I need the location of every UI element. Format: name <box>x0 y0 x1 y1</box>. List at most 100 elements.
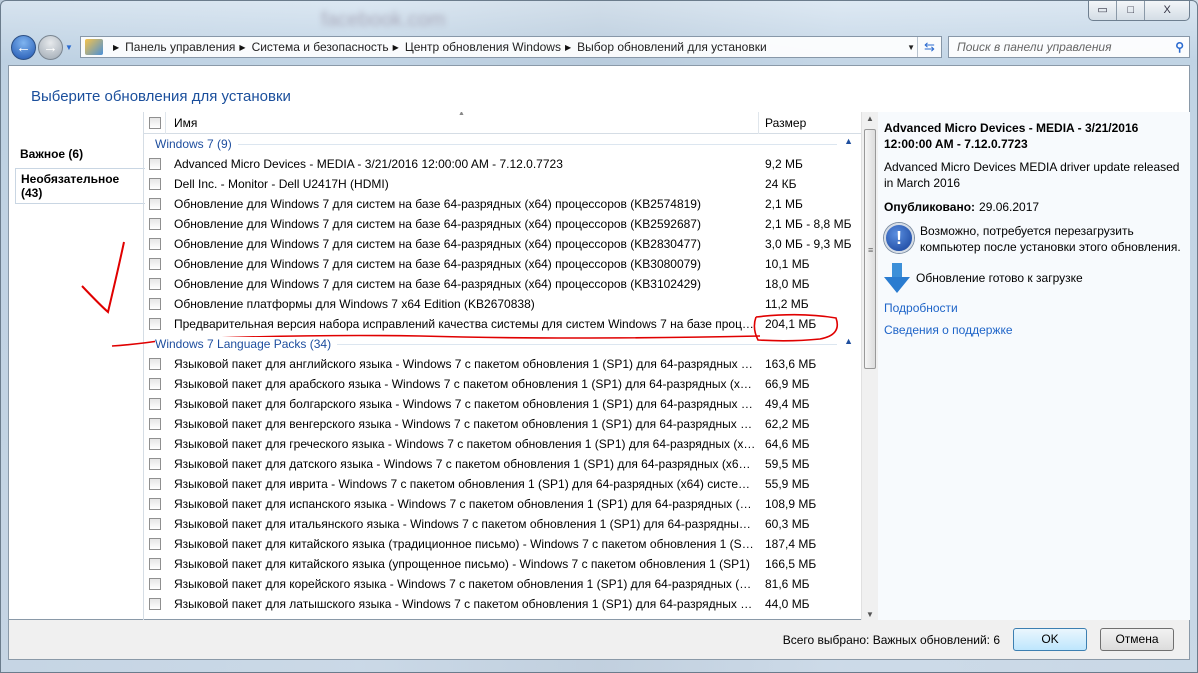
update-checkbox[interactable] <box>149 458 161 470</box>
update-row[interactable]: Языковой пакет для корейского языка - Wi… <box>144 574 861 594</box>
scroll-thumb[interactable]: ≡ <box>864 129 876 369</box>
cancel-button[interactable]: Отмена <box>1100 628 1174 651</box>
group-header[interactable]: Windows 7 (9) ▲ <box>144 134 861 154</box>
update-name: Обновление для Windows 7 для систем на б… <box>174 277 701 291</box>
group-title: Windows 7 (9) <box>155 137 238 151</box>
column-name[interactable]: Имя <box>174 116 197 130</box>
update-size: 187,4 МБ <box>765 537 817 551</box>
update-checkbox[interactable] <box>149 498 161 510</box>
update-row[interactable]: Языковой пакет для латышского языка - Wi… <box>144 594 861 614</box>
update-row[interactable]: Языковой пакет для китайского языка (упр… <box>144 554 861 574</box>
update-name: Языковой пакет для английского языка - W… <box>174 357 756 371</box>
update-checkbox[interactable] <box>149 278 161 290</box>
update-checkbox[interactable] <box>149 378 161 390</box>
sort-ascending-icon: ▲ <box>458 112 465 117</box>
update-row[interactable]: Обновление для Windows 7 для систем на б… <box>144 194 861 214</box>
chevron-right-icon[interactable]: ▶ <box>239 43 245 52</box>
update-checkbox[interactable] <box>149 478 161 490</box>
details-link[interactable]: Подробности <box>884 301 1184 315</box>
update-checkbox[interactable] <box>149 158 161 170</box>
maximize-button[interactable]: □ <box>1117 1 1146 20</box>
update-row[interactable]: Предварительная версия набора исправлени… <box>144 314 861 334</box>
chevron-right-icon[interactable]: ▶ <box>113 43 119 52</box>
update-row[interactable]: Языковой пакет для китайского языка (тра… <box>144 534 861 554</box>
update-checkbox[interactable] <box>149 398 161 410</box>
update-checkbox[interactable] <box>149 258 161 270</box>
list-scrollbar[interactable]: ▲ ≡ ▼ <box>861 112 878 621</box>
update-checkbox[interactable] <box>149 578 161 590</box>
breadcrumb-select-updates[interactable]: Выбор обновлений для установки <box>577 40 767 54</box>
collapse-icon[interactable]: ▲ <box>844 136 853 146</box>
update-checkbox[interactable] <box>149 558 161 570</box>
update-checkbox[interactable] <box>149 418 161 430</box>
update-checkbox[interactable] <box>149 518 161 530</box>
update-row[interactable]: Языковой пакет для датского языка - Wind… <box>144 454 861 474</box>
chevron-right-icon[interactable]: ▶ <box>565 43 571 52</box>
update-row[interactable]: Языковой пакет для греческого языка - Wi… <box>144 434 861 454</box>
scroll-down-icon[interactable]: ▼ <box>866 610 874 619</box>
address-dropdown-icon[interactable]: ▼ <box>907 43 915 52</box>
update-size: 9,2 МБ <box>765 157 803 171</box>
support-info-link[interactable]: Сведения о поддержке <box>884 323 1184 337</box>
select-all-checkbox[interactable] <box>149 117 161 129</box>
update-size: 10,1 МБ <box>765 257 810 271</box>
control-panel-icon <box>85 39 103 55</box>
update-size: 24 КБ <box>765 177 797 191</box>
update-name: Языковой пакет для китайского языка (тра… <box>174 537 756 551</box>
update-row[interactable]: Dell Inc. - Monitor - Dell U2417H (HDMI)… <box>144 174 861 194</box>
address-bar[interactable]: ▶ Панель управления ▶ Система и безопаснос… <box>80 36 942 58</box>
update-name: Языковой пакет для корейского языка - Wi… <box>174 577 756 591</box>
update-row[interactable]: Обновление платформы для Windows 7 x64 E… <box>144 294 861 314</box>
update-checkbox[interactable] <box>149 438 161 450</box>
updates-list: ▲ Имя Размер Windows 7 (9) ▲ Advanced Micr… <box>143 112 861 621</box>
update-name: Обновление для Windows 7 для систем на б… <box>174 197 701 211</box>
refresh-icon[interactable]: ⇆ <box>917 37 941 57</box>
detail-pane: Advanced Micro Devices - MEDIA - 3/21/20… <box>878 112 1190 621</box>
update-checkbox[interactable] <box>149 218 161 230</box>
minimize-button[interactable]: ▭ <box>1089 1 1118 20</box>
forward-button[interactable]: → <box>38 35 63 60</box>
update-checkbox[interactable] <box>149 598 161 610</box>
update-row[interactable]: Обновление для Windows 7 для систем на б… <box>144 274 861 294</box>
nav-important[interactable]: Важное (6) <box>15 144 88 164</box>
update-row[interactable]: Языковой пакет для английского языка - W… <box>144 354 861 374</box>
update-name: Языковой пакет для арабского языка - Win… <box>174 377 756 391</box>
update-checkbox[interactable] <box>149 358 161 370</box>
update-row[interactable]: Обновление для Windows 7 для систем на б… <box>144 254 861 274</box>
update-size: 204,1 МБ <box>765 317 817 331</box>
scroll-up-icon[interactable]: ▲ <box>866 114 874 123</box>
update-checkbox[interactable] <box>149 178 161 190</box>
navigation-buttons: ← → ▼ <box>11 35 73 60</box>
update-row[interactable]: Обновление для Windows 7 для систем на б… <box>144 234 861 254</box>
search-icon[interactable]: ⚲ <box>1175 37 1184 57</box>
update-checkbox[interactable] <box>149 298 161 310</box>
update-row[interactable]: Языковой пакет для иврита - Windows 7 с … <box>144 474 861 494</box>
published-label: Опубликовано: <box>884 200 976 214</box>
update-checkbox[interactable] <box>149 318 161 330</box>
update-checkbox[interactable] <box>149 538 161 550</box>
breadcrumb-windows-update[interactable]: Центр обновления Windows <box>405 40 561 54</box>
update-row[interactable]: Языковой пакет для испанского языка - Wi… <box>144 494 861 514</box>
nav-optional[interactable]: Необязательное (43) <box>15 168 145 204</box>
column-size[interactable]: Размер <box>765 116 806 130</box>
footer-bar: Всего выбрано: Важных обновлений: 6 OK О… <box>8 620 1190 660</box>
update-row[interactable]: Языковой пакет для венгерского языка - W… <box>144 414 861 434</box>
breadcrumb-system-security[interactable]: Система и безопасность <box>252 40 389 54</box>
close-button[interactable]: X <box>1145 1 1189 20</box>
back-button[interactable]: ← <box>11 35 36 60</box>
collapse-icon[interactable]: ▲ <box>844 336 853 346</box>
search-input[interactable]: Поиск в панели управления ⚲ <box>948 36 1190 58</box>
update-row[interactable]: Языковой пакет для болгарского языка - W… <box>144 394 861 414</box>
recent-pages-dropdown-icon[interactable]: ▼ <box>65 43 73 52</box>
update-row[interactable]: Обновление для Windows 7 для систем на б… <box>144 214 861 234</box>
chevron-right-icon[interactable]: ▶ <box>393 43 399 52</box>
update-row[interactable]: Языковой пакет для арабского языка - Win… <box>144 374 861 394</box>
update-row[interactable]: Advanced Micro Devices - MEDIA - 3/21/20… <box>144 154 861 174</box>
update-checkbox[interactable] <box>149 238 161 250</box>
update-row[interactable]: Языковой пакет для итальянского языка - … <box>144 514 861 534</box>
group-header[interactable]: Windows 7 Language Packs (34) ▲ <box>144 334 861 354</box>
breadcrumb-control-panel[interactable]: Панель управления <box>125 40 235 54</box>
restart-note: Возможно, потребуется перезагрузить комп… <box>920 224 1181 254</box>
ok-button[interactable]: OK <box>1013 628 1087 651</box>
update-checkbox[interactable] <box>149 198 161 210</box>
